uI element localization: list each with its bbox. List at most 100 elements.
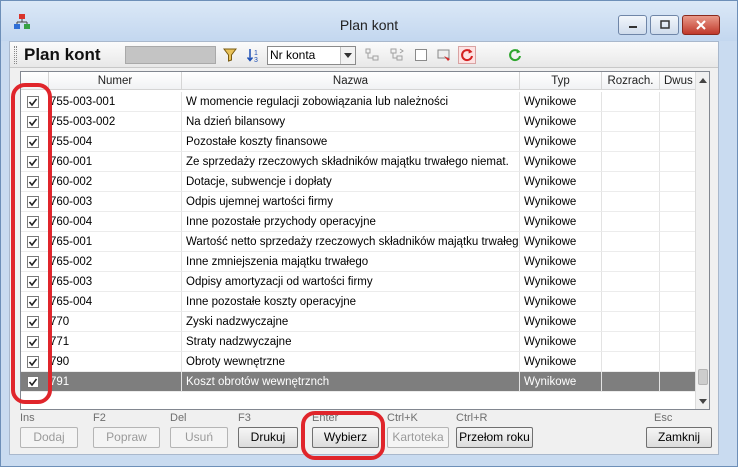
- cell-numer: 755-004: [49, 132, 182, 152]
- sort-button[interactable]: 13: [245, 46, 263, 64]
- cell-nazwa: Zyski nadzwyczajne: [182, 312, 520, 332]
- accounts-grid[interactable]: Numer Nazwa Typ Rozrach. Dwus 755-003-00…: [20, 71, 710, 410]
- column-header-nazwa[interactable]: Nazwa: [182, 72, 520, 90]
- refresh-red-icon: [461, 49, 473, 62]
- minimize-button[interactable]: [618, 15, 647, 35]
- hotkey-popraw: F2: [93, 412, 106, 424]
- cell-rozrach: [602, 312, 660, 332]
- title-bar[interactable]: Plan kont: [1, 1, 737, 41]
- cell-dwus: [660, 272, 697, 292]
- sort-select[interactable]: Nr konta: [267, 46, 356, 65]
- cell-nazwa: W momencie regulacji zobowiązania lub na…: [182, 92, 520, 112]
- annotation-wybierz-button: [301, 411, 385, 460]
- table-row[interactable]: 765-001 Wartość netto sprzedaży rzeczowyc…: [21, 232, 697, 252]
- hotkey-dodaj: Ins: [20, 412, 35, 424]
- cell-typ: Wynikowe: [520, 332, 602, 352]
- hotkey-drukuj: F3: [238, 412, 251, 424]
- table-row[interactable]: 760-002 Dotacje, subwencje i dopłaty Wynik…: [21, 172, 697, 192]
- vertical-scrollbar[interactable]: [695, 72, 709, 409]
- hotkey-usun: Del: [170, 412, 187, 424]
- cell-rozrach: [602, 232, 660, 252]
- refresh-button[interactable]: [506, 46, 524, 64]
- cell-typ: Wynikowe: [520, 92, 602, 112]
- cell-rozrach: [602, 152, 660, 172]
- cell-typ: Wynikowe: [520, 312, 602, 332]
- cell-typ: Wynikowe: [520, 212, 602, 232]
- table-row[interactable]: 760-004 Inne pozostałe przychody operacyj…: [21, 212, 697, 232]
- table-row[interactable]: 790 Obroty wewnętrzne Wynikowe: [21, 352, 697, 372]
- cell-nazwa: Inne pozostałe koszty operacyjne: [182, 292, 520, 312]
- table-row[interactable]: 771 Straty nadzwyczajne Wynikowe: [21, 332, 697, 352]
- cell-dwus: [660, 292, 697, 312]
- cell-nazwa: Dotacje, subwencje i dopłaty: [182, 172, 520, 192]
- cell-nazwa: Straty nadzwyczajne: [182, 332, 520, 352]
- cell-nazwa: Wartość netto sprzedaży rzeczowych skład…: [182, 232, 520, 252]
- cell-typ: Wynikowe: [520, 132, 602, 152]
- scroll-up-arrow-icon[interactable]: [696, 72, 709, 88]
- cell-numer: 771: [49, 332, 182, 352]
- cell-rozrach: [602, 252, 660, 272]
- table-row[interactable]: 755-003-001 W momencie regulacji zobowiąz…: [21, 92, 697, 112]
- tree-collapse-icon: [390, 48, 404, 61]
- cell-dwus: [660, 212, 697, 232]
- table-row[interactable]: 791 Koszt obrotów wewnętrznch Wynikowe: [21, 372, 697, 392]
- filter-button[interactable]: [221, 46, 239, 64]
- usun-button[interactable]: Usuń: [170, 427, 228, 448]
- tree-expand-button[interactable]: [363, 46, 381, 64]
- kartoteka-button[interactable]: Kartoteka: [387, 427, 449, 448]
- cell-nazwa: Pozostałe koszty finansowe: [182, 132, 520, 152]
- cell-rozrach: [602, 352, 660, 372]
- scroll-down-arrow-icon[interactable]: [696, 393, 709, 409]
- filter-box[interactable]: [125, 46, 216, 64]
- select-all-button[interactable]: [412, 46, 430, 64]
- clear-filter-button[interactable]: [435, 46, 453, 64]
- cell-typ: Wynikowe: [520, 152, 602, 172]
- table-row[interactable]: 755-004 Pozostałe koszty finansowe Wynikow…: [21, 132, 697, 152]
- tree-collapse-button[interactable]: [388, 46, 406, 64]
- column-header-typ[interactable]: Typ: [520, 72, 602, 90]
- cell-numer: 765-001: [49, 232, 182, 252]
- funnel-icon: [223, 48, 237, 62]
- table-row[interactable]: 760-001 Ze sprzedaży rzeczowych składnikó…: [21, 152, 697, 172]
- grid-header: Numer Nazwa Typ Rozrach. Dwus: [21, 72, 697, 90]
- cell-numer: 755-003-001: [49, 92, 182, 112]
- cell-nazwa: Inne pozostałe przychody operacyjne: [182, 212, 520, 232]
- drukuj-button[interactable]: Drukuj: [238, 427, 298, 448]
- cell-dwus: [660, 332, 697, 352]
- filter-clear-icon: [437, 49, 450, 61]
- table-row[interactable]: 765-003 Odpisy amortyzacji od wartości fi…: [21, 272, 697, 292]
- cell-rozrach: [602, 212, 660, 232]
- table-row[interactable]: 755-003-002 Na dzień bilansowy Wynikowe: [21, 112, 697, 132]
- column-header-dwus[interactable]: Dwus: [660, 72, 697, 90]
- cell-dwus: [660, 232, 697, 252]
- zamknij-button[interactable]: Zamknij: [646, 427, 712, 448]
- cell-nazwa: Odpisy amortyzacji od wartości firmy: [182, 272, 520, 292]
- cell-dwus: [660, 252, 697, 272]
- cell-rozrach: [602, 132, 660, 152]
- table-row[interactable]: 770 Zyski nadzwyczajne Wynikowe: [21, 312, 697, 332]
- cell-numer: 770: [49, 312, 182, 332]
- cell-dwus: [660, 312, 697, 332]
- maximize-button[interactable]: [650, 15, 679, 35]
- cell-dwus: [660, 192, 697, 212]
- column-header-numer[interactable]: Numer: [49, 72, 182, 90]
- cell-rozrach: [602, 172, 660, 192]
- maximize-icon: [659, 20, 670, 29]
- cell-rozrach: [602, 112, 660, 132]
- hotkey-zamknij: Esc: [654, 412, 673, 424]
- column-header-rozrach[interactable]: Rozrach.: [602, 72, 660, 90]
- przelom-roku-button[interactable]: Przełom roku: [456, 427, 533, 448]
- refresh-red-button[interactable]: [458, 46, 476, 64]
- cell-numer: 760-001: [49, 152, 182, 172]
- close-window-button[interactable]: [682, 15, 720, 35]
- table-row[interactable]: 760-003 Odpis ujemnej wartości firmy Wynik…: [21, 192, 697, 212]
- table-row[interactable]: 765-002 Inne zmniejszenia majątku trwałeg…: [21, 252, 697, 272]
- cell-nazwa: Odpis ujemnej wartości firmy: [182, 192, 520, 212]
- cell-numer: 765-003: [49, 272, 182, 292]
- popraw-button[interactable]: Popraw: [93, 427, 160, 448]
- scroll-thumb[interactable]: [698, 369, 708, 385]
- chevron-down-icon[interactable]: [340, 47, 355, 64]
- toolbar-grip[interactable]: [14, 46, 17, 64]
- table-row[interactable]: 765-004 Inne pozostałe koszty operacyjne W…: [21, 292, 697, 312]
- dodaj-button[interactable]: Dodaj: [20, 427, 78, 448]
